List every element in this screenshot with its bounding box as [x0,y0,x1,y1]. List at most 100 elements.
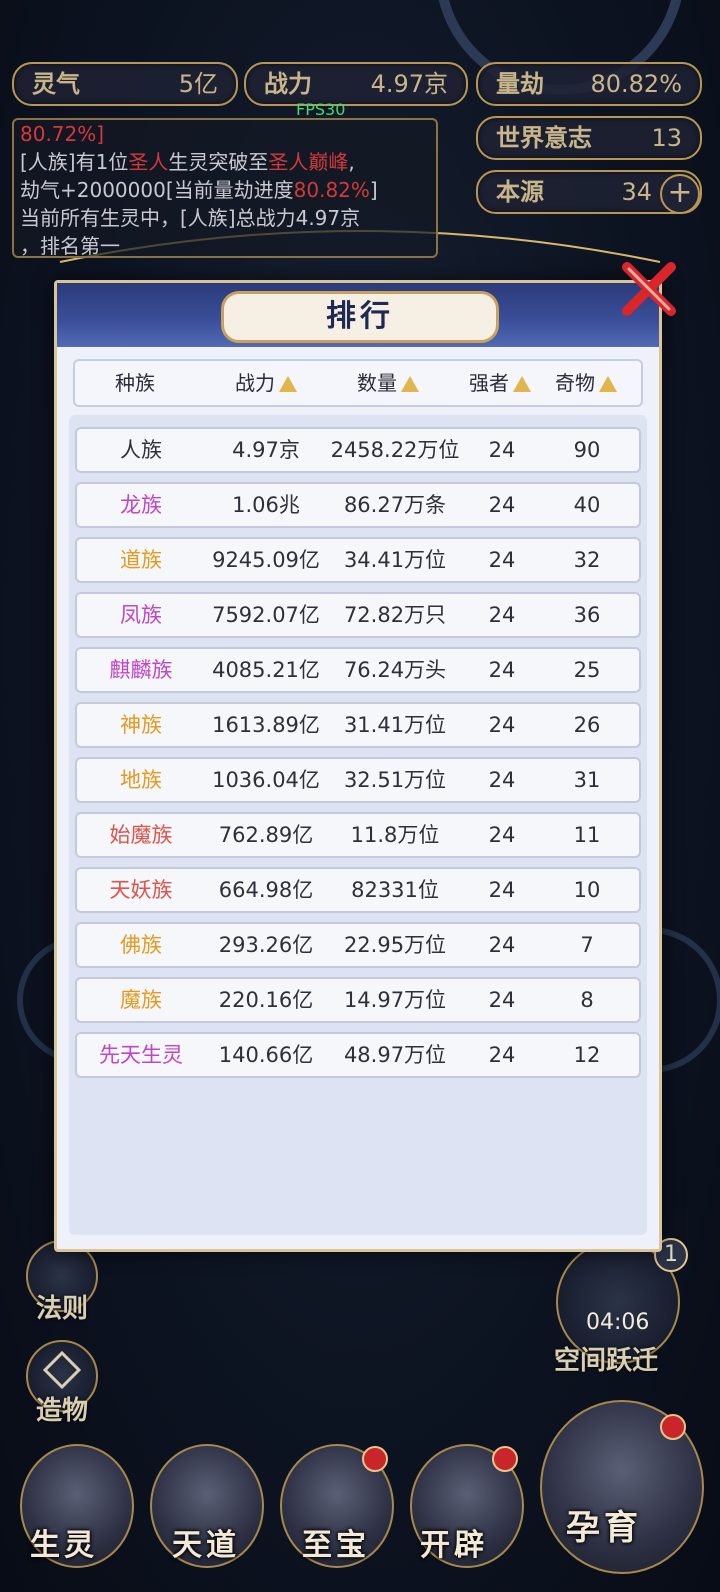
row-odd: 7 [580,933,594,957]
row-strong: 24 [488,658,516,682]
jie-label: 量劫 [496,70,544,98]
row-strong: 24 [488,823,516,847]
row-strong: 24 [488,713,516,737]
open-up-label: 开辟 [420,1528,488,1563]
table-header: 种族 战力 数量 强者 奇物 [73,359,643,407]
row-count: 76.24万头 [343,658,447,682]
sort-arrow-icon [279,376,297,392]
row-odd: 8 [580,988,594,1012]
row-count: 34.41万位 [343,548,447,572]
close-icon[interactable] [617,257,681,321]
world-will-label: 世界意志 [496,124,592,152]
row-odd: 26 [573,713,601,737]
row-count: 72.82万只 [343,603,447,627]
row-strong: 24 [488,988,516,1012]
row-count: 11.8万位 [350,823,440,847]
row-count: 86.27万条 [343,493,447,517]
row-count: 32.51万位 [343,768,447,792]
row-odd: 36 [573,603,601,627]
event-log: 80.72%] [人族]有1位圣人生灵突破至圣人巅峰, 劫气+2000000[当… [12,118,438,258]
table-row[interactable]: 凤族 7592.07亿 72.82万只 24 36 [75,592,641,638]
row-count: 2458.22万位 [330,438,460,462]
row-odd: 31 [573,768,601,792]
row-odd: 32 [573,548,601,572]
row-strong: 24 [488,1043,516,1067]
row-strong: 24 [488,878,516,902]
world-will-value: 13 [651,124,682,152]
ranking-modal: 排行 种族 战力 数量 强者 奇物 人族 4.97京 2458.22万位 24 90 龙族… [54,262,676,1252]
table-row[interactable]: 人族 4.97京 2458.22万位 24 90 [75,427,641,473]
jie-stat[interactable]: 量劫 80.82% [476,62,702,106]
row-strong: 24 [488,933,516,957]
row-power: 9245.09亿 [212,548,320,572]
table-row[interactable]: 麒麟族 4085.21亿 76.24万头 24 25 [75,647,641,693]
row-odd: 10 [573,878,601,902]
modal-title: 排行 [221,291,499,343]
row-race: 先天生灵 [99,1043,183,1067]
log-line: 劫气+2000000[当前量劫进度80.82%] [20,178,378,202]
log-line: 当前所有生灵中，[人族]总战力4.97京 [20,206,361,230]
row-strong: 24 [488,438,516,462]
create-label: 造物 [36,1396,89,1426]
row-count: 22.95万位 [343,933,447,957]
table-row[interactable]: 佛族 293.26亿 22.95万位 24 7 [75,922,641,968]
row-odd: 12 [573,1043,601,1067]
table-row[interactable]: 龙族 1.06兆 86.27万条 24 40 [75,482,641,528]
breed-label: 孕育 [566,1508,642,1548]
table-row[interactable]: 道族 9245.09亿 34.41万位 24 32 [75,537,641,583]
row-power: 140.66亿 [218,1043,314,1067]
treasure-notification-dot [362,1446,388,1472]
row-power: 7592.07亿 [212,603,320,627]
header-race: 种族 [115,371,155,395]
row-strong: 24 [488,493,516,517]
sort-arrow-icon [401,376,419,392]
breed-notification-dot [660,1414,686,1440]
source-label: 本源 [496,178,544,206]
source-value: 34 [621,178,652,206]
row-odd: 11 [573,823,601,847]
table-row[interactable]: 天妖族 664.98亿 82331位 24 10 [75,867,641,913]
row-race: 麒麟族 [109,658,173,682]
treasure-label: 至宝 [302,1528,370,1563]
world-will-stat[interactable]: 世界意志 13 [476,116,702,160]
row-power: 4085.21亿 [212,658,320,682]
lingqi-value: 5亿 [178,70,218,98]
log-line: 80.72%] [20,122,105,146]
table-row[interactable]: 先天生灵 140.66亿 48.97万位 24 12 [75,1032,641,1078]
source-stat[interactable]: 本源 34 + [476,170,702,214]
row-power: 762.89亿 [218,823,314,847]
row-race: 神族 [120,713,162,737]
power-stat[interactable]: 战力 4.97京 [244,62,468,106]
row-odd: 90 [573,438,601,462]
row-count: 48.97万位 [343,1043,447,1067]
row-strong: 24 [488,768,516,792]
lingqi-stat[interactable]: 灵气 5亿 [12,62,238,106]
row-race: 佛族 [120,933,162,957]
row-race: 道族 [120,548,162,572]
row-power: 1613.89亿 [212,713,320,737]
row-odd: 40 [573,493,601,517]
row-race: 人族 [120,438,162,462]
row-power: 4.97京 [232,438,300,462]
row-power: 1036.04亿 [212,768,320,792]
power-label: 战力 [264,70,312,98]
sort-by-odd[interactable]: 奇物 [555,361,617,405]
table-row[interactable]: 魔族 220.16亿 14.97万位 24 8 [75,977,641,1023]
row-race: 凤族 [120,603,162,627]
table-row[interactable]: 始魔族 762.89亿 11.8万位 24 11 [75,812,641,858]
row-count: 31.41万位 [343,713,447,737]
row-power: 293.26亿 [218,933,314,957]
sort-by-count[interactable]: 数量 [357,361,419,405]
beings-label: 生灵 [30,1528,98,1563]
log-line: [人族]有1位圣人生灵突破至圣人巅峰, [20,150,355,174]
row-race: 始魔族 [109,823,173,847]
open-up-notification-dot [492,1446,518,1472]
row-race: 天妖族 [109,878,173,902]
heaven-way-label: 天道 [172,1528,240,1563]
table-row[interactable]: 地族 1036.04亿 32.51万位 24 31 [75,757,641,803]
sort-by-strong[interactable]: 强者 [469,361,531,405]
add-source-button[interactable]: + [660,174,700,214]
table-row[interactable]: 神族 1613.89亿 31.41万位 24 26 [75,702,641,748]
space-jump-label: 空间跃迁 [554,1346,659,1376]
sort-by-power[interactable]: 战力 [235,361,297,405]
